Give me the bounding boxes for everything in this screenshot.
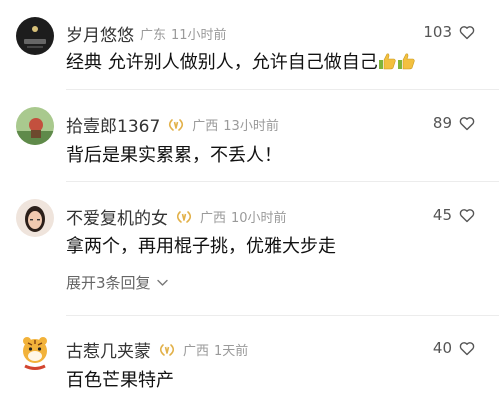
region-label: 广西 <box>200 211 227 226</box>
heart-icon[interactable] <box>459 116 475 131</box>
username[interactable]: 拾壹郎1367 <box>66 112 160 137</box>
divider <box>66 315 499 316</box>
like-button[interactable]: 89 <box>433 114 475 132</box>
comment-text: 背后是果实累累，不丢人！ <box>66 145 282 166</box>
heart-icon[interactable] <box>459 341 475 356</box>
timestamp: 1天前 <box>214 344 249 359</box>
divider <box>66 89 499 90</box>
like-button[interactable]: 103 <box>423 23 475 41</box>
username[interactable]: 岁月悠悠 <box>66 21 134 46</box>
laurel-badge-icon <box>166 118 186 132</box>
timestamp: 13小时前 <box>223 119 279 134</box>
avatar[interactable] <box>16 199 54 237</box>
like-count: 103 <box>423 23 452 41</box>
region-label: 广西 <box>192 119 219 134</box>
thumbs-up-icon <box>378 52 397 70</box>
comment-text: 经典 允许别人做别人，允许自己做自己 <box>66 52 378 73</box>
username[interactable]: 不爱复机的女 <box>66 204 168 229</box>
like-count: 89 <box>432 114 452 132</box>
chevron-down-icon <box>156 279 168 287</box>
avatar[interactable] <box>16 107 54 145</box>
expand-replies-button[interactable]: 展开3条回复 <box>66 272 168 293</box>
like-count: 40 <box>432 339 452 357</box>
comment-meta: 不爱复机的女 广西 10小时前 <box>66 204 287 229</box>
comment-text-row: 经典 允许别人做别人，允许自己做自己 <box>66 48 416 74</box>
avatar[interactable] <box>16 17 54 55</box>
comment-text: 拿两个，再用棍子挑，优雅大步走 <box>66 236 336 257</box>
comment-text: 百色芒果特产 <box>66 370 174 391</box>
region-label: 广西 <box>183 344 210 359</box>
like-button[interactable]: 45 <box>433 206 475 224</box>
like-button[interactable]: 40 <box>433 339 475 357</box>
expand-replies-label: 展开3条回复 <box>66 274 151 292</box>
region-label: 广东 <box>140 28 167 43</box>
divider <box>66 181 499 182</box>
laurel-badge-icon <box>157 343 177 357</box>
timestamp: 11小时前 <box>171 28 227 43</box>
timestamp: 10小时前 <box>231 211 287 226</box>
comment-meta: 岁月悠悠 广东 11小时前 <box>66 21 227 46</box>
heart-icon[interactable] <box>459 208 475 223</box>
heart-icon[interactable] <box>459 25 475 40</box>
comment-meta: 古惹几夹蒙 广西 1天前 <box>66 337 248 362</box>
like-count: 45 <box>432 206 452 224</box>
username[interactable]: 古惹几夹蒙 <box>66 337 151 362</box>
laurel-badge-icon <box>174 210 194 224</box>
avatar[interactable] <box>16 333 54 371</box>
thumbs-up-icon <box>397 52 416 70</box>
comment-meta: 拾壹郎1367 广西 13小时前 <box>66 112 279 137</box>
